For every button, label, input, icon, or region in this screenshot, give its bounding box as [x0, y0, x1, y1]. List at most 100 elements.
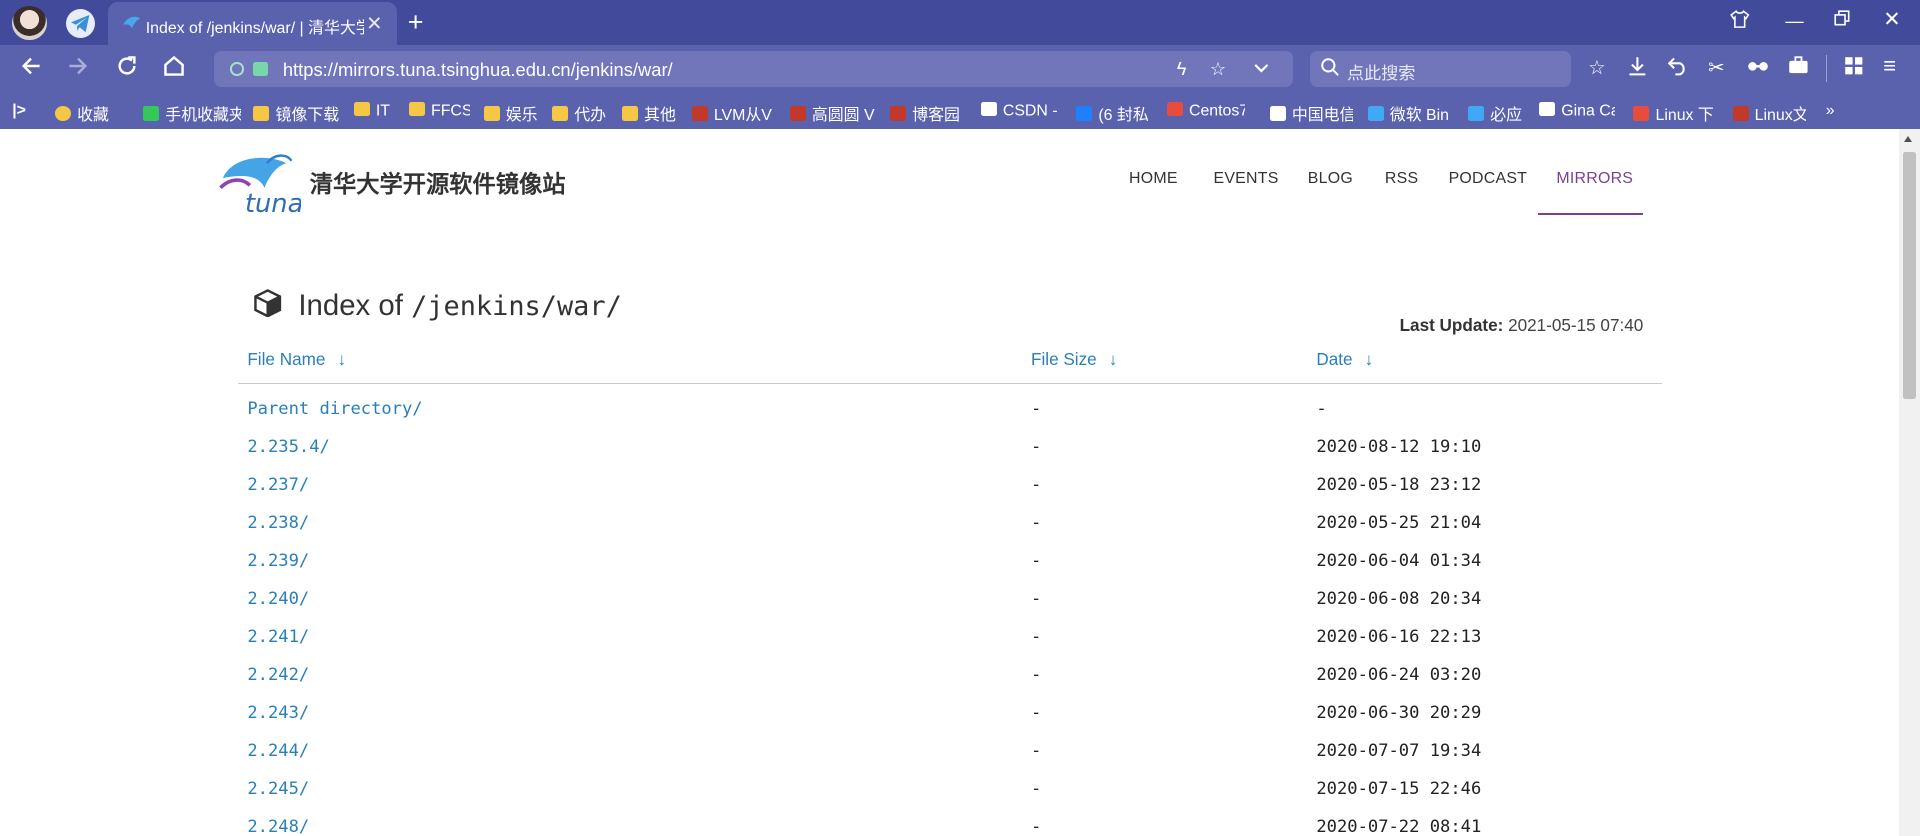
page-icon — [1269, 106, 1286, 121]
file-name-link[interactable]: 2.241/ — [247, 627, 309, 647]
site-icon — [890, 106, 907, 121]
folder-icon — [353, 101, 370, 117]
file-name-link[interactable]: 2.248/ — [247, 817, 309, 836]
bookmark-item[interactable]: 代办 — [552, 102, 606, 125]
bookmark-label: 娱乐 — [505, 106, 538, 124]
file-name-link[interactable]: 2.245/ — [247, 779, 309, 799]
bookmark-item[interactable]: Linux 下 — [1633, 102, 1714, 125]
bookmark-item[interactable]: Gina Ca — [1539, 101, 1615, 120]
scissors-icon[interactable]: ✂ — [1708, 56, 1724, 80]
address-bar[interactable]: https://mirrors.tuna.tsinghua.edu.cn/jen… — [214, 51, 1294, 87]
bookmark-item[interactable]: 博客园 — [890, 102, 960, 125]
file-date: 2020-06-24 03:20 — [1316, 664, 1482, 685]
bookmarks-more-button[interactable]: » — [1826, 102, 1835, 120]
tuna-logo-icon[interactable]: tuna — [218, 151, 303, 219]
scroll-up-icon[interactable] — [1904, 136, 1913, 142]
apps-grid-icon[interactable] — [1844, 56, 1864, 82]
incognito-icon[interactable] — [1747, 56, 1769, 79]
file-name-link[interactable]: 2.243/ — [247, 703, 309, 723]
sort-arrow-icon: ↓ — [337, 348, 347, 369]
bookmark-item[interactable]: 中国电信 — [1269, 102, 1353, 125]
bookmark-item[interactable]: 娱乐 — [483, 102, 538, 125]
telegram-icon[interactable] — [66, 8, 96, 38]
bookmark-label: 其他 — [644, 106, 676, 124]
reload-icon[interactable] — [116, 55, 138, 83]
file-name-link[interactable]: 2.242/ — [247, 665, 309, 685]
file-name-link[interactable]: 2.239/ — [247, 551, 309, 571]
back-icon[interactable] — [20, 55, 42, 83]
bookmark-item[interactable]: IT — [353, 101, 391, 120]
search-icon — [1321, 57, 1340, 81]
bookmark-star-icon[interactable]: ☆ — [1210, 58, 1226, 80]
folder-icon — [552, 106, 569, 121]
home-icon[interactable] — [163, 55, 185, 83]
download-icon[interactable] — [1627, 56, 1648, 83]
tab-close-icon[interactable]: ✕ — [366, 12, 382, 36]
menu-icon[interactable]: ≡ — [1883, 53, 1896, 79]
file-date: - — [1316, 399, 1327, 420]
forward-icon[interactable] — [67, 55, 89, 83]
chevron-down-icon[interactable] — [1254, 58, 1269, 80]
user-avatar[interactable] — [12, 6, 47, 41]
bookmark-label: Linux文 — [1754, 106, 1807, 124]
bookmark-label: 微软 Bin — [1389, 106, 1450, 124]
table-row: 2.245/ - 2020-07-15 22:46 — [0, 770, 1899, 808]
title-prefix: Index of — [298, 288, 403, 322]
bookmark-item[interactable]: FFCS — [408, 101, 470, 120]
column-file-name[interactable]: File Name ↓ — [247, 349, 346, 370]
bookmark-item[interactable]: 必应 — [1468, 102, 1522, 125]
file-name-link[interactable]: Parent directory/ — [247, 399, 422, 419]
file-name-link[interactable]: 2.244/ — [247, 741, 309, 761]
search-box[interactable]: 点此搜索 — [1310, 51, 1572, 87]
lightning-icon[interactable]: ϟ — [1177, 58, 1187, 80]
url-text[interactable]: https://mirrors.tuna.tsinghua.edu.cn/jen… — [283, 59, 673, 81]
bookmark-item[interactable]: (6 封私 — [1076, 102, 1149, 125]
favorites-icon[interactable]: ☆ — [1588, 56, 1606, 80]
bookmark-item[interactable]: Centos7 — [1166, 101, 1245, 120]
close-window-icon[interactable]: ✕ — [1883, 7, 1900, 32]
page-icon — [980, 101, 997, 117]
scrollbar-thumb[interactable] — [1902, 151, 1917, 400]
skin-icon[interactable] — [1730, 9, 1750, 33]
bookmark-item[interactable]: 高圆圆 V — [789, 102, 875, 125]
column-file-size[interactable]: File Size ↓ — [1031, 349, 1117, 370]
table-row: 2.242/ - 2020-06-24 03:20 — [0, 656, 1899, 694]
bookmarks-bar: |> 收藏 手机收藏夹 镜像下载 IT FFCS 娱乐 代办 其他 LVM从V 高圆圆 V 博客园 C… — [0, 93, 1920, 129]
bookmark-item[interactable]: Linux文 — [1732, 102, 1807, 125]
nav-mirrors[interactable]: MIRRORS — [1556, 170, 1633, 188]
bookmark-item[interactable]: LVM从V — [691, 102, 772, 125]
bookmark-item[interactable]: 微软 Bin — [1367, 102, 1450, 125]
search-placeholder: 点此搜索 — [1346, 62, 1416, 83]
file-name-link[interactable]: 2.237/ — [247, 475, 309, 495]
minimize-icon[interactable]: — — [1785, 10, 1803, 32]
nav-blog[interactable]: BLOG — [1308, 170, 1353, 188]
star-icon — [55, 106, 71, 121]
undo-icon[interactable] — [1667, 56, 1688, 82]
file-name-link[interactable]: 2.235.4/ — [247, 437, 329, 457]
active-tab[interactable]: Index of /jenkins/war/ | 清华大学开源软件镜像站 ✕ — [107, 2, 397, 46]
restore-icon[interactable] — [1834, 10, 1851, 32]
toolbox-icon[interactable] — [1788, 56, 1809, 80]
file-name-link[interactable]: 2.240/ — [247, 589, 309, 609]
bookmark-label: IT — [375, 102, 391, 120]
file-name-link[interactable]: 2.238/ — [247, 513, 309, 533]
column-date-label: Date — [1316, 348, 1353, 369]
site-brand[interactable]: 清华大学开源软件镜像站 — [310, 165, 566, 199]
sidebar-toggle-icon[interactable]: |> — [12, 102, 26, 120]
nav-rss[interactable]: RSS — [1385, 170, 1418, 188]
bookmark-item[interactable]: 手机收藏夹 — [143, 102, 241, 125]
column-date[interactable]: Date ↓ — [1316, 349, 1373, 370]
page-scrollbar[interactable] — [1899, 128, 1920, 836]
bookmark-item[interactable]: 其他 — [622, 102, 676, 125]
bookmark-item[interactable]: 收藏 — [55, 102, 109, 125]
file-size: - — [1031, 588, 1042, 609]
bookmark-item[interactable]: CSDN - — [980, 101, 1058, 120]
nav-events[interactable]: EVENTS — [1213, 170, 1278, 188]
bookmark-item[interactable]: 镜像下载 — [253, 102, 339, 125]
bookmark-label: LVM从V — [713, 106, 772, 124]
new-tab-button[interactable]: + — [408, 7, 424, 38]
site-info-icon[interactable] — [230, 62, 244, 76]
table-row: 2.238/ - 2020-05-25 21:04 — [0, 504, 1899, 542]
nav-podcast[interactable]: PODCAST — [1449, 170, 1528, 188]
nav-home[interactable]: HOME — [1129, 170, 1178, 188]
